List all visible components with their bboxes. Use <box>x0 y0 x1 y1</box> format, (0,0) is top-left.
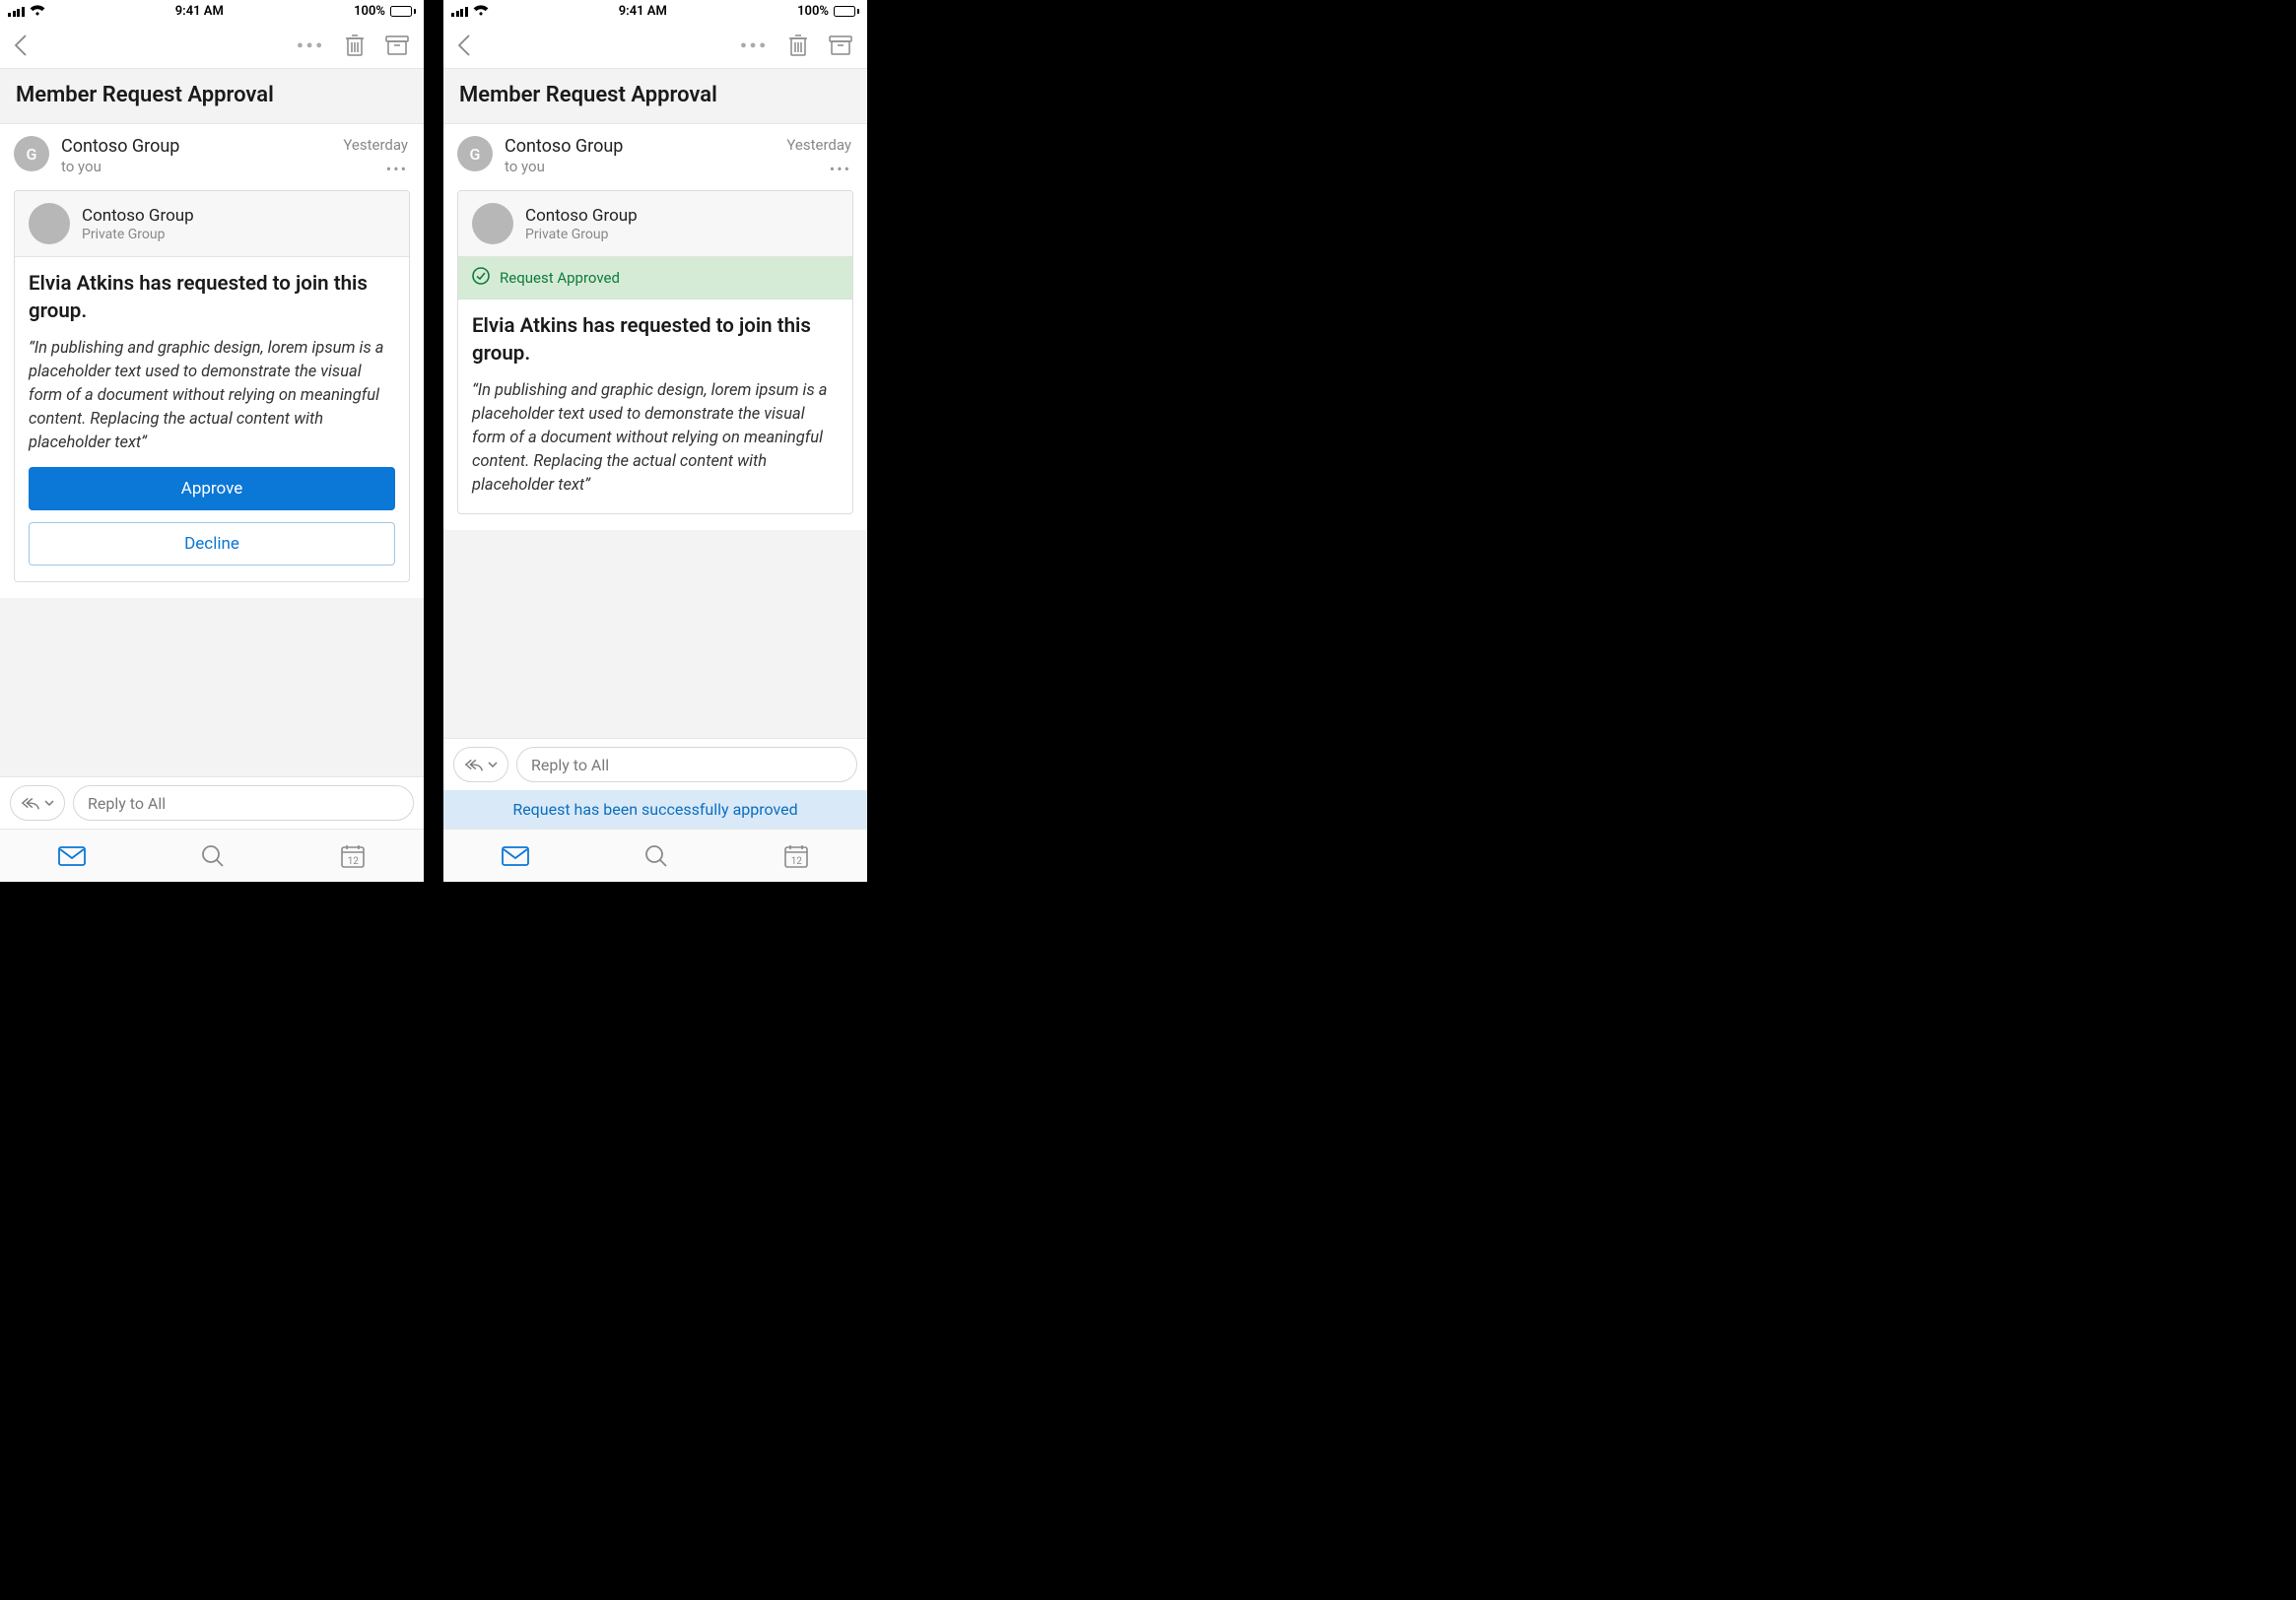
battery-icon <box>834 6 859 17</box>
decline-button[interactable]: Decline <box>29 522 395 566</box>
group-avatar <box>29 203 70 244</box>
request-title: Elvia Atkins has requested to join this … <box>29 271 395 325</box>
search-tab[interactable] <box>644 844 668 868</box>
request-card: Contoso Group Private Group Elvia Atkins… <box>14 190 410 582</box>
reply-input[interactable]: Reply to All <box>516 747 857 782</box>
mail-tab[interactable] <box>58 846 86 866</box>
group-name: Contoso Group <box>82 206 194 226</box>
calendar-tab[interactable]: 12 <box>340 843 366 869</box>
calendar-day: 12 <box>783 856 809 867</box>
nav-bar: ●●● <box>0 22 424 69</box>
sender-recipients: to you <box>61 158 331 175</box>
group-type: Private Group <box>525 227 638 242</box>
signal-icon <box>451 6 468 17</box>
tab-bar: 12 <box>0 829 424 882</box>
sender-date: Yesterday <box>786 136 851 154</box>
sender-date: Yesterday <box>343 136 408 154</box>
nav-bar: ●●● <box>443 22 867 69</box>
request-quote: “In publishing and graphic design, lorem… <box>29 337 395 455</box>
signal-icon <box>8 6 25 17</box>
status-bar: 9:41 AM 100% <box>0 0 424 22</box>
reply-bar: Reply to All <box>443 738 867 790</box>
battery-percent: 100% <box>354 4 385 19</box>
card-header: Contoso Group Private Group <box>15 191 409 257</box>
request-title: Elvia Atkins has requested to join this … <box>472 313 839 367</box>
more-icon[interactable]: ●●● <box>297 38 325 51</box>
sender-recipients: to you <box>505 158 775 175</box>
search-tab[interactable] <box>201 844 225 868</box>
sender-row: G Contoso Group to you Yesterday ••• <box>0 124 424 190</box>
sender-name: Contoso Group <box>61 136 331 157</box>
message-more-icon[interactable]: ••• <box>343 160 408 178</box>
approved-banner: Request Approved <box>458 257 852 300</box>
back-button[interactable] <box>457 33 471 57</box>
battery-percent: 100% <box>797 4 829 19</box>
message-more-icon[interactable]: ••• <box>786 160 851 178</box>
back-button[interactable] <box>14 33 28 57</box>
group-type: Private Group <box>82 227 194 242</box>
group-avatar <box>472 203 513 244</box>
calendar-tab[interactable]: 12 <box>783 843 809 869</box>
phone-screen-after: 9:41 AM 100% ●●● Member Request Approval… <box>443 0 867 882</box>
archive-icon[interactable] <box>384 33 410 57</box>
phone-screen-before: 9:41 AM 100% ●●● Member Request Approval… <box>0 0 424 882</box>
email-subject: Member Request Approval <box>443 69 867 124</box>
status-bar: 9:41 AM 100% <box>443 0 867 22</box>
trash-icon[interactable] <box>786 33 810 58</box>
status-time: 9:41 AM <box>489 4 798 19</box>
card-header: Contoso Group Private Group <box>458 191 852 257</box>
reply-mode-button[interactable] <box>10 785 65 821</box>
status-time: 9:41 AM <box>45 4 355 19</box>
request-card: Contoso Group Private Group Request Appr… <box>457 190 853 514</box>
request-quote: “In publishing and graphic design, lorem… <box>472 379 839 498</box>
email-subject: Member Request Approval <box>0 69 424 124</box>
reply-bar: Reply to All <box>0 776 424 829</box>
archive-icon[interactable] <box>828 33 853 57</box>
mail-tab[interactable] <box>502 846 529 866</box>
check-circle-icon <box>472 267 490 289</box>
reply-input[interactable]: Reply to All <box>73 785 414 821</box>
reply-placeholder: Reply to All <box>531 756 609 774</box>
tab-bar: 12 <box>443 829 867 882</box>
sender-name: Contoso Group <box>505 136 775 157</box>
group-name: Contoso Group <box>525 206 638 226</box>
sender-avatar: G <box>14 136 49 171</box>
approved-label: Request Approved <box>500 269 620 287</box>
approve-button[interactable]: Approve <box>29 467 395 510</box>
sender-avatar: G <box>457 136 493 171</box>
sender-row: G Contoso Group to you Yesterday ••• <box>443 124 867 190</box>
battery-icon <box>390 6 416 17</box>
success-toast: Request has been successfully approved <box>443 790 867 829</box>
reply-mode-button[interactable] <box>453 747 508 782</box>
wifi-icon <box>30 5 45 17</box>
more-icon[interactable]: ●●● <box>740 38 769 51</box>
wifi-icon <box>473 5 489 17</box>
calendar-day: 12 <box>340 856 366 867</box>
trash-icon[interactable] <box>343 33 367 58</box>
reply-placeholder: Reply to All <box>88 794 166 813</box>
